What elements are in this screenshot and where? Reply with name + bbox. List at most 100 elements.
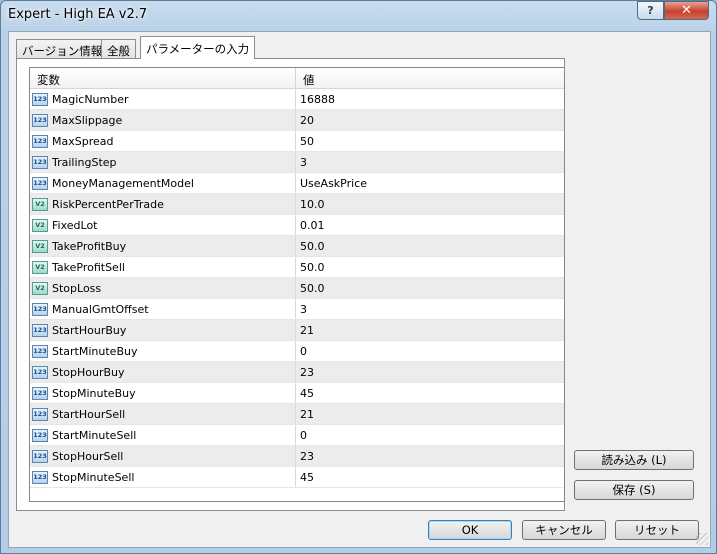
variable-cell: 123 MoneyManagementModel: [30, 173, 296, 193]
variable-name: FixedLot: [52, 218, 98, 232]
value-cell[interactable]: 23: [296, 450, 314, 463]
value-cell[interactable]: 16888: [296, 93, 335, 106]
resize-grip-icon[interactable]: [696, 533, 708, 545]
variable-cell: V2 FixedLot: [30, 215, 296, 235]
variable-name: StopLoss: [52, 281, 102, 295]
variable-cell: 123 TrailingStep: [30, 152, 296, 172]
load-button[interactable]: 読み込み (L): [574, 450, 694, 470]
variable-name: MagicNumber: [52, 92, 129, 106]
table-row[interactable]: 123 StartMinuteBuy 0: [30, 341, 564, 362]
parameter-grid: 変数 値 123 MagicNumber 16888 123 MaxSlippage 20…: [29, 67, 565, 502]
value-cell[interactable]: 3: [296, 303, 307, 316]
variable-name: TakeProfitBuy: [52, 239, 127, 253]
table-row[interactable]: 123 MoneyManagementModel UseAskPrice: [30, 173, 564, 194]
table-row[interactable]: 123 MaxSpread 50: [30, 131, 564, 152]
table-row[interactable]: 123 StopHourSell 23: [30, 446, 564, 467]
table-row[interactable]: V2 StopLoss 50.0: [30, 278, 564, 299]
table-row[interactable]: 123 StartMinuteSell 0: [30, 425, 564, 446]
ok-button[interactable]: OK: [428, 520, 512, 540]
value-cell[interactable]: 0: [296, 345, 307, 358]
int-type-icon: 123: [32, 176, 48, 190]
cancel-button[interactable]: キャンセル: [522, 520, 606, 540]
tab-input-parameters[interactable]: パラメーターの入力: [140, 36, 256, 59]
variable-cell: 123 StopMinuteSell: [30, 467, 296, 487]
value-cell[interactable]: 3: [296, 156, 307, 169]
value-cell[interactable]: 10.0: [296, 198, 325, 211]
expert-properties-window: Expert - High EA v2.7 ? ✕ バージョン情報 全般 パラメ…: [0, 0, 717, 554]
close-button[interactable]: ✕: [664, 1, 709, 20]
table-row[interactable]: 123 StartHourBuy 21: [30, 320, 564, 341]
int-type-icon: 123: [32, 365, 48, 379]
table-row[interactable]: 123 StopMinuteSell 45: [30, 467, 564, 488]
variable-cell: 123 MaxSpread: [30, 131, 296, 151]
variable-cell: V2 TakeProfitSell: [30, 257, 296, 277]
variable-cell: V2 TakeProfitBuy: [30, 236, 296, 256]
dialog-client-area: バージョン情報 全般 パラメーターの入力 変数 値 123 MagicNumber…: [8, 31, 711, 548]
variable-name: StartHourSell: [52, 407, 126, 421]
save-button[interactable]: 保存 (S): [574, 480, 694, 500]
int-type-icon: 123: [32, 323, 48, 337]
variable-name: StartHourBuy: [52, 323, 127, 337]
int-type-icon: 123: [32, 386, 48, 400]
variable-name: StopMinuteBuy: [52, 386, 136, 400]
tab-general[interactable]: 全般: [101, 39, 136, 58]
parameter-rows: 123 MagicNumber 16888 123 MaxSlippage 20 123 Ma…: [30, 89, 564, 488]
variable-cell: 123 StopMinuteBuy: [30, 383, 296, 403]
value-cell[interactable]: 45: [296, 471, 314, 484]
value-cell[interactable]: 45: [296, 387, 314, 400]
tab-version-info[interactable]: バージョン情報: [16, 39, 109, 58]
variable-cell: 123 StartHourSell: [30, 404, 296, 424]
grid-header: 変数 値: [30, 68, 564, 89]
variable-cell: 123 StartMinuteSell: [30, 425, 296, 445]
table-row[interactable]: 123 MagicNumber 16888: [30, 89, 564, 110]
value-cell[interactable]: 50.0: [296, 282, 325, 295]
value-cell[interactable]: 50: [296, 135, 314, 148]
value-cell[interactable]: 20: [296, 114, 314, 127]
value-cell[interactable]: 21: [296, 324, 314, 337]
variable-cell: 123 StopHourSell: [30, 446, 296, 466]
help-button[interactable]: ?: [637, 1, 664, 20]
tab-panel-parameters: 変数 値 123 MagicNumber 16888 123 MaxSlippage 20…: [16, 58, 565, 511]
variable-cell: V2 RiskPercentPerTrade: [30, 194, 296, 214]
table-row[interactable]: 123 StartHourSell 21: [30, 404, 564, 425]
table-row[interactable]: 123 ManualGmtOffset 3: [30, 299, 564, 320]
variable-name: MaxSlippage: [52, 113, 123, 127]
variable-name: RiskPercentPerTrade: [52, 197, 164, 211]
value-cell[interactable]: 21: [296, 408, 314, 421]
value-cell[interactable]: 0.01: [296, 219, 325, 232]
variable-name: StopHourBuy: [52, 365, 125, 379]
table-row[interactable]: 123 MaxSlippage 20: [30, 110, 564, 131]
table-row[interactable]: 123 TrailingStep 3: [30, 152, 564, 173]
column-header-value[interactable]: 値: [296, 68, 315, 88]
variable-name: StopMinuteSell: [52, 470, 135, 484]
table-row[interactable]: 123 StopMinuteBuy 45: [30, 383, 564, 404]
variable-cell: 123 StartHourBuy: [30, 320, 296, 340]
reset-button[interactable]: リセット: [615, 520, 699, 540]
variable-name: MaxSpread: [52, 134, 114, 148]
variable-name: TakeProfitSell: [52, 260, 125, 274]
int-type-icon: 123: [32, 428, 48, 442]
int-type-icon: 123: [32, 470, 48, 484]
double-type-icon: V2: [32, 281, 48, 295]
table-row[interactable]: V2 TakeProfitSell 50.0: [30, 257, 564, 278]
table-row[interactable]: V2 FixedLot 0.01: [30, 215, 564, 236]
value-cell[interactable]: 50.0: [296, 261, 325, 274]
variable-name: StopHourSell: [52, 449, 124, 463]
double-type-icon: V2: [32, 260, 48, 274]
int-type-icon: 123: [32, 407, 48, 421]
double-type-icon: V2: [32, 197, 48, 211]
int-type-icon: 123: [32, 302, 48, 316]
variable-cell: 123 MagicNumber: [30, 89, 296, 109]
table-row[interactable]: V2 TakeProfitBuy 50.0: [30, 236, 564, 257]
column-header-variable[interactable]: 変数: [30, 68, 296, 88]
variable-cell: 123 ManualGmtOffset: [30, 299, 296, 319]
table-row[interactable]: V2 RiskPercentPerTrade 10.0: [30, 194, 564, 215]
value-cell[interactable]: 50.0: [296, 240, 325, 253]
value-cell[interactable]: 23: [296, 366, 314, 379]
value-cell[interactable]: 0: [296, 429, 307, 442]
variable-cell: 123 MaxSlippage: [30, 110, 296, 130]
variable-cell: V2 StopLoss: [30, 278, 296, 298]
int-type-icon: 123: [32, 449, 48, 463]
value-cell[interactable]: UseAskPrice: [296, 177, 367, 190]
table-row[interactable]: 123 StopHourBuy 23: [30, 362, 564, 383]
